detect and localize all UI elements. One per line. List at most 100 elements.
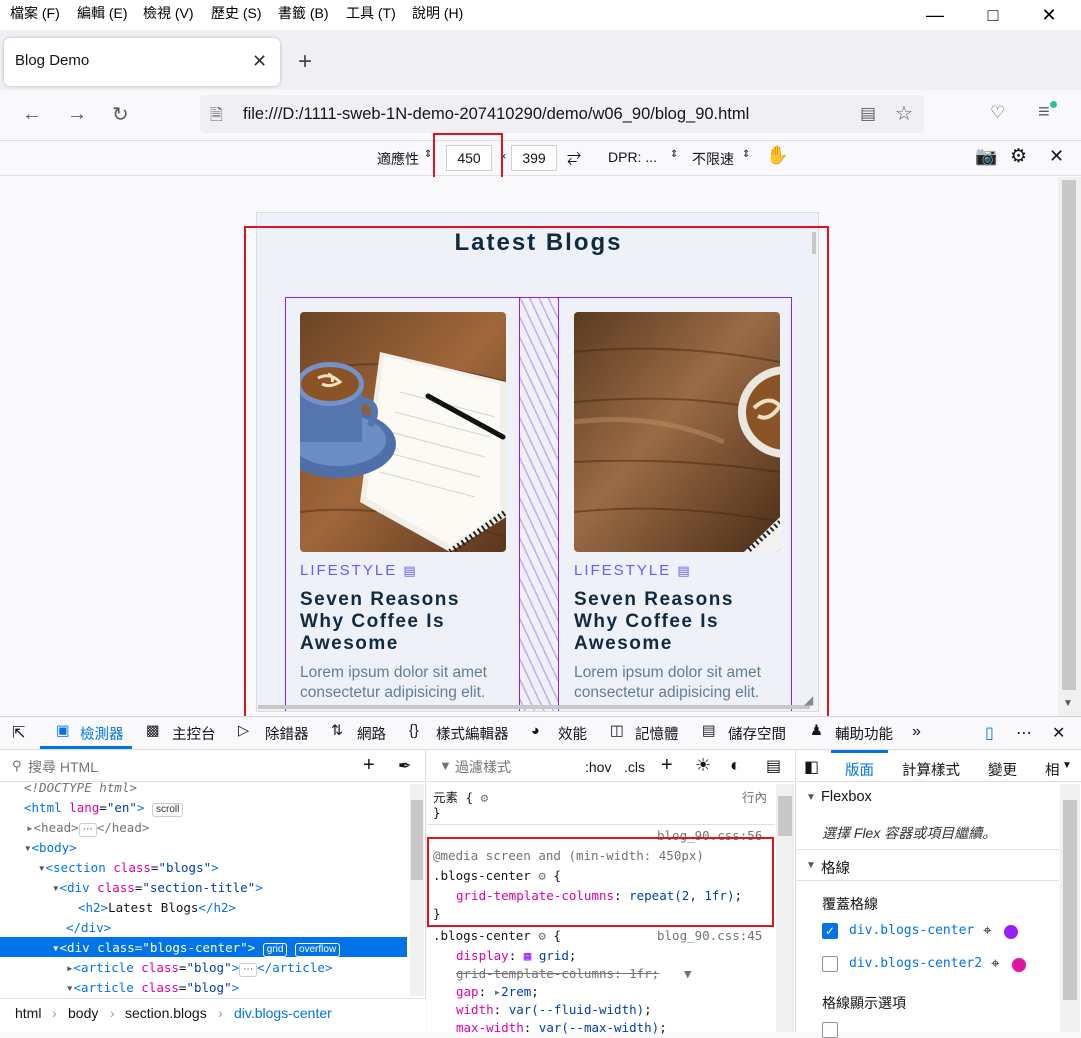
close-window-icon[interactable]: ✕ bbox=[1038, 4, 1060, 26]
menu-edit[interactable]: 編輯 (E) bbox=[77, 3, 128, 23]
tree-h2[interactable]: <h2>Latest Blogs</h2> bbox=[78, 900, 236, 915]
collapse-icon[interactable]: ▼ bbox=[806, 792, 816, 803]
new-tab-icon[interactable]: + bbox=[298, 48, 312, 76]
layout-scrollbar-thumb[interactable] bbox=[1063, 800, 1077, 1000]
menu-bookmarks[interactable]: 書籤 (B) bbox=[278, 3, 329, 23]
menu-history[interactable]: 歷史 (S) bbox=[211, 3, 262, 23]
tab-more[interactable]: 相 bbox=[1045, 759, 1060, 780]
grid-color-swatch[interactable] bbox=[1012, 958, 1026, 972]
css-element-rule[interactable]: 元素 { ⚙ bbox=[433, 787, 488, 806]
light-mode-icon[interactable]: ☀ bbox=[695, 755, 711, 776]
print-simulation-icon[interactable]: ▤ bbox=[766, 756, 781, 776]
reader-view-icon[interactable]: ▤ bbox=[860, 104, 876, 124]
menu-view[interactable]: 檢視 (V) bbox=[143, 3, 194, 23]
chevron-down-icon[interactable]: ▼ bbox=[1062, 760, 1072, 771]
breadcrumb-html[interactable]: html bbox=[15, 1005, 41, 1021]
tree-article[interactable]: ▾<article class="blog"> bbox=[66, 980, 239, 995]
grid-color-swatch[interactable] bbox=[1004, 925, 1018, 939]
scroll-down-icon[interactable]: ▼ bbox=[1063, 698, 1073, 709]
css-declaration[interactable]: width: var(--fluid-width); bbox=[456, 1002, 652, 1017]
breadcrumb-body[interactable]: body bbox=[68, 1005, 98, 1021]
css-declaration[interactable]: display: ▦ grid; bbox=[456, 948, 576, 963]
rules-scrollbar-thumb[interactable] bbox=[778, 796, 792, 836]
search-html-input[interactable] bbox=[28, 757, 328, 777]
grid-item-blogs-center[interactable]: div.blogs-center bbox=[849, 923, 974, 938]
grid-target-icon[interactable]: ⌖ bbox=[991, 955, 999, 972]
tab-debugger[interactable]: 除錯器 bbox=[265, 723, 309, 744]
dpr-selector[interactable]: DPR: ... bbox=[608, 149, 657, 165]
tab-computed[interactable]: 計算樣式 bbox=[902, 759, 960, 780]
css-overridden-declaration[interactable]: grid-template-columns: 1fr; bbox=[456, 966, 659, 981]
more-options-icon[interactable]: ⋯ bbox=[1016, 723, 1032, 743]
menu-tools[interactable]: 工具 (T) bbox=[346, 3, 396, 23]
url-text[interactable]: file:///D:/1111-sweb-1N-demo-207410290/d… bbox=[243, 105, 749, 124]
grid-header[interactable]: 格線 bbox=[821, 857, 850, 878]
pocket-icon[interactable]: ♡ bbox=[990, 103, 1005, 123]
screenshot-icon[interactable]: 📷 bbox=[975, 146, 997, 167]
tab-inspector[interactable]: 檢測器 bbox=[80, 723, 124, 744]
settings-gear-icon[interactable]: ⚙ bbox=[1010, 145, 1027, 168]
add-rule-icon[interactable]: + bbox=[661, 754, 673, 777]
page-scrollbar-thumb[interactable] bbox=[1062, 180, 1076, 690]
tree-section[interactable]: ▾<section class="blogs"> bbox=[38, 860, 219, 875]
collapse-icon[interactable]: ▼ bbox=[806, 860, 816, 871]
tree-blogs-center[interactable]: ▾<div class="blogs-center"> grid overflo… bbox=[52, 940, 341, 957]
hov-toggle[interactable]: :hov bbox=[585, 759, 611, 775]
menu-help[interactable]: 說明 (H) bbox=[412, 3, 463, 23]
breadcrumb-div[interactable]: div.blogs-center bbox=[234, 1005, 332, 1021]
tab-memory[interactable]: 記憶體 bbox=[635, 723, 679, 744]
tree-head[interactable]: ▸<head> ⋯ </head> bbox=[26, 820, 149, 837]
viewport-height-input[interactable]: 399 bbox=[511, 145, 557, 171]
tree-section-title[interactable]: ▾<div class="section-title"> bbox=[52, 880, 263, 895]
throttle-selector[interactable]: 不限速 bbox=[692, 149, 734, 169]
css-selector[interactable]: .blogs-center ⚙ { bbox=[433, 928, 561, 943]
css-source-link[interactable]: blog_90.css:45 bbox=[657, 928, 762, 943]
eyedropper-icon[interactable]: ✒ bbox=[398, 756, 411, 776]
menu-file[interactable]: 檔案 (F) bbox=[10, 3, 60, 23]
maximize-icon[interactable]: □ bbox=[982, 4, 1004, 26]
tab-performance[interactable]: 效能 bbox=[558, 723, 587, 744]
close-rdm-icon[interactable]: ✕ bbox=[1049, 146, 1064, 167]
bookmark-star-icon[interactable]: ☆ bbox=[895, 101, 913, 126]
grid-item-blogs-center2[interactable]: div.blogs-center2 bbox=[849, 956, 982, 971]
flexbox-header[interactable]: Flexbox bbox=[821, 789, 872, 805]
dark-mode-icon[interactable]: ◐ bbox=[730, 755, 741, 776]
overridden-filter-icon[interactable]: ▼ bbox=[684, 966, 692, 981]
close-tab-icon[interactable]: ✕ bbox=[252, 51, 267, 72]
tab-network[interactable]: 網路 bbox=[357, 723, 386, 744]
breadcrumb-section[interactable]: section.blogs bbox=[125, 1005, 207, 1021]
device-selector[interactable]: 適應性 bbox=[377, 149, 419, 169]
grid-checkbox-checked[interactable]: ✓ bbox=[822, 923, 838, 939]
grid-target-icon[interactable]: ⌖ bbox=[983, 922, 991, 939]
tab-console[interactable]: 主控台 bbox=[172, 723, 216, 744]
tab-style-editor[interactable]: 樣式編輯器 bbox=[436, 723, 509, 744]
forward-icon[interactable]: → bbox=[67, 103, 87, 126]
css-declaration[interactable]: gap: ▸2rem; bbox=[456, 984, 539, 999]
back-icon[interactable]: ← bbox=[22, 103, 42, 126]
tab-accessibility[interactable]: 輔助功能 bbox=[835, 723, 893, 744]
more-tabs-icon[interactable]: » bbox=[912, 723, 921, 741]
tree-article[interactable]: ▸<article class="blog"> ⋯ </article> bbox=[66, 960, 332, 977]
minimize-icon[interactable]: — bbox=[924, 4, 946, 26]
css-declaration[interactable]: max-width: var(--max-width); bbox=[456, 1020, 667, 1035]
pick-element-icon[interactable]: ⇱ bbox=[12, 723, 25, 743]
grid-checkbox[interactable] bbox=[822, 956, 838, 972]
cls-toggle[interactable]: .cls bbox=[624, 759, 645, 775]
grid-option-checkbox[interactable] bbox=[822, 1022, 838, 1038]
tree-doctype[interactable]: <!DOCTYPE html> bbox=[24, 780, 137, 795]
touch-icon[interactable]: ✋ bbox=[766, 145, 788, 166]
markup-scrollbar-thumb[interactable] bbox=[411, 800, 423, 880]
filter-styles-input[interactable] bbox=[455, 757, 575, 777]
add-node-icon[interactable]: + bbox=[363, 754, 375, 777]
tab-changes[interactable]: 變更 bbox=[988, 759, 1017, 780]
responsive-mode-icon[interactable]: ▯ bbox=[985, 723, 994, 743]
tree-html[interactable]: <html lang="en"> scroll bbox=[24, 800, 184, 817]
tree-body[interactable]: ▾<body> bbox=[24, 840, 77, 855]
close-devtools-icon[interactable]: ✕ bbox=[1052, 723, 1065, 743]
tab-layout[interactable]: 版面 bbox=[845, 759, 874, 780]
rotate-icon[interactable]: ⥂ bbox=[567, 146, 581, 167]
toggle-sidebar-icon[interactable]: ◧ bbox=[804, 757, 819, 777]
reload-icon[interactable]: ↻ bbox=[112, 102, 129, 127]
tab-storage[interactable]: 儲存空間 bbox=[728, 723, 786, 744]
app-menu-icon[interactable]: ≡ bbox=[1038, 101, 1050, 124]
